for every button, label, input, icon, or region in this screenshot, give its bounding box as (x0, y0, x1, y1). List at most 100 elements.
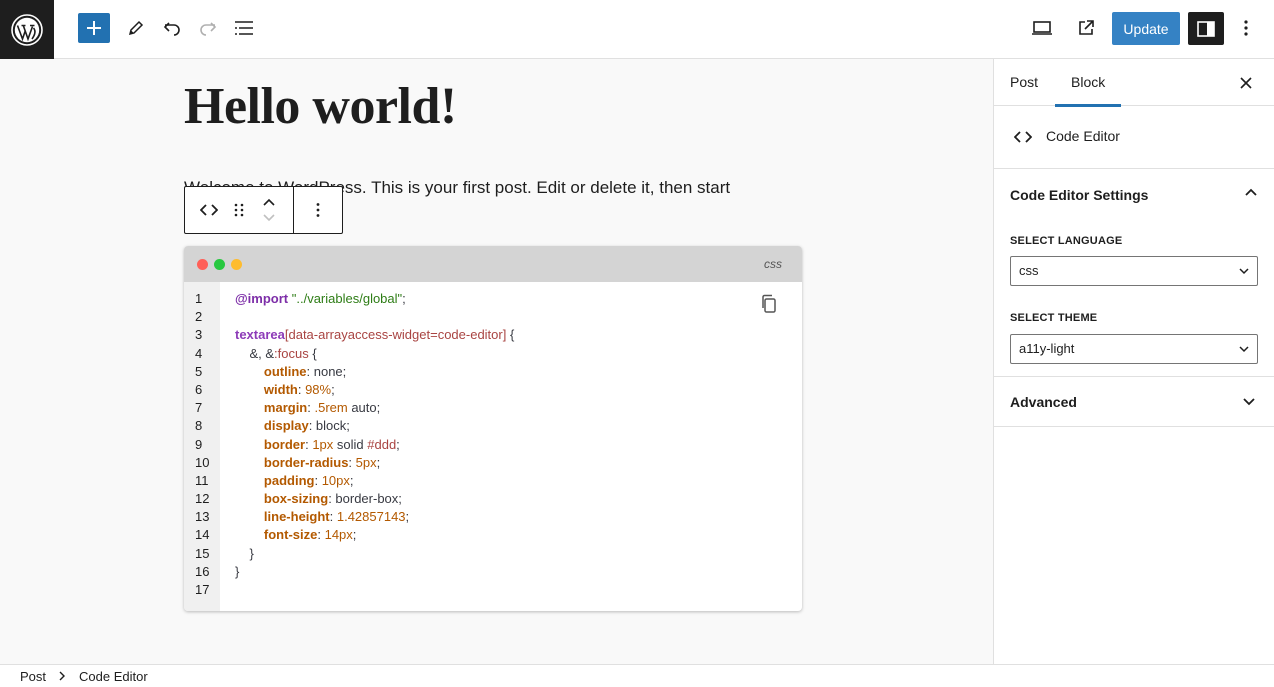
code-line: width: 98%; (263, 381, 335, 397)
block-type-button[interactable] (197, 198, 221, 222)
code-line: textarea[data-arrayaccess-widget=code-ed… (235, 327, 515, 343)
line-number: 2 (195, 309, 203, 325)
line-number: 8 (195, 418, 203, 434)
desktop-icon (1032, 21, 1052, 35)
code-line: line-height: 1.42857143; (263, 509, 410, 525)
list-view-button[interactable] (227, 12, 261, 44)
chevron-down-icon (1239, 346, 1249, 353)
options-button[interactable] (1229, 12, 1263, 44)
code-line: padding: 10px; (263, 472, 354, 488)
settings-sidebar: Post Block Code Editor Code Editor Setti… (993, 59, 1274, 664)
block-options-button[interactable] (306, 198, 330, 222)
more-vertical-icon (316, 203, 320, 217)
line-number: 6 (195, 381, 203, 397)
sidebar-tabs: Post Block (994, 59, 1274, 107)
select-theme-label: SELECT THEME (1010, 312, 1098, 324)
line-number: 5 (195, 363, 203, 379)
editor-canvas: Hello world! Welcome to WordPress. This … (0, 59, 993, 664)
advanced-panel[interactable]: Advanced (994, 377, 1274, 427)
move-up-icon[interactable] (262, 197, 276, 207)
code-line: border-radius: 5px; (263, 454, 381, 470)
code-editor-block[interactable]: css 1 2 3 4 5 6 7 8 9 10 11 12 13 14 15 16 17 @import ".… (184, 246, 802, 611)
line-number: 17 (195, 582, 210, 597)
settings-panel-title: Code Editor Settings (1010, 187, 1149, 203)
chevron-right-icon (59, 671, 65, 681)
update-button[interactable]: Update (1112, 12, 1180, 45)
code-line: border: 1px solid #ddd; (263, 436, 400, 452)
sidebar-icon (1197, 20, 1215, 37)
line-number: 15 (195, 545, 210, 561)
code-window-header: css (184, 246, 802, 282)
window-dot-red (197, 259, 208, 270)
external-link-icon (1079, 20, 1094, 35)
theme-select-value: a11y-light (1019, 341, 1075, 356)
chevron-down-icon (1239, 268, 1249, 275)
code-language-label: css (764, 257, 782, 271)
preview-button[interactable] (1025, 12, 1059, 44)
line-number: 11 (195, 472, 209, 488)
view-post-button[interactable] (1069, 12, 1103, 44)
pencil-icon (128, 20, 144, 36)
line-number: 16 (195, 563, 210, 579)
line-number: 3 (195, 327, 203, 343)
line-number: 10 (195, 454, 210, 470)
code-line: margin: .5rem auto; (263, 400, 381, 416)
code-line: display: block; (263, 418, 350, 434)
tools-button[interactable] (119, 12, 153, 44)
post-title[interactable]: Hello world! (184, 77, 457, 136)
block-breadcrumb: Post Code Editor (0, 664, 1274, 687)
undo-icon (163, 22, 180, 36)
advanced-panel-title: Advanced (1010, 394, 1077, 410)
block-movers (257, 190, 281, 230)
breadcrumb-code-editor: Code Editor (79, 669, 148, 684)
drag-handle[interactable] (227, 198, 251, 222)
code-line: } (235, 563, 240, 579)
tab-block[interactable]: Block (1054, 59, 1122, 107)
move-down-icon[interactable] (262, 213, 276, 223)
block-toolbar-group (185, 187, 294, 233)
undo-button[interactable] (155, 12, 189, 44)
line-number-gutter: 1 2 3 4 5 6 7 8 9 10 11 12 13 14 15 16 17 (184, 282, 220, 611)
add-block-button[interactable] (78, 13, 110, 43)
copy-icon (762, 294, 776, 313)
more-vertical-icon (1244, 20, 1248, 36)
code-line: font-size: 14px; (263, 527, 357, 543)
redo-button[interactable] (191, 12, 225, 44)
select-language-label: SELECT LANGUAGE (1010, 235, 1123, 247)
block-card-title: Code Editor (1046, 128, 1120, 144)
breadcrumb-post[interactable]: Post (20, 669, 46, 684)
wordpress-icon (11, 13, 43, 46)
settings-panel-toggle[interactable]: Code Editor Settings (1010, 169, 1258, 219)
line-number: 1 (195, 291, 203, 306)
copy-code-button[interactable] (760, 294, 778, 319)
line-number: 9 (195, 436, 203, 452)
redo-icon (200, 22, 217, 36)
code-icon (200, 204, 218, 216)
language-select[interactable]: css (1010, 256, 1258, 286)
code-line: &, &:focus { (235, 345, 317, 361)
block-card: Code Editor (994, 106, 1274, 169)
close-icon (1240, 77, 1252, 89)
chevron-up-icon (1245, 188, 1257, 196)
chevron-down-icon (1243, 398, 1255, 406)
editor-header: Update (0, 0, 1274, 59)
close-sidebar-button[interactable] (1236, 73, 1256, 93)
tab-post[interactable]: Post (1010, 59, 1038, 106)
settings-toggle-button[interactable] (1188, 12, 1224, 45)
wordpress-logo-button[interactable] (0, 0, 54, 59)
line-number: 4 (195, 345, 203, 361)
code-line: @import "../variables/global"; (235, 291, 406, 306)
code-body: 1 2 3 4 5 6 7 8 9 10 11 12 13 14 15 16 17 @import "../va… (184, 282, 802, 611)
block-options-group (294, 187, 342, 233)
code-icon (1014, 131, 1032, 143)
block-toolbar (184, 186, 343, 234)
line-number: 12 (195, 491, 210, 507)
code-line: box-sizing: border-box; (263, 491, 402, 507)
window-dot-yellow (231, 259, 242, 270)
code-content[interactable]: @import "../variables/global"; textarea[… (220, 282, 802, 611)
code-line: outline: none; (263, 363, 347, 379)
theme-select[interactable]: a11y-light (1010, 334, 1258, 364)
line-number: 13 (195, 509, 210, 525)
